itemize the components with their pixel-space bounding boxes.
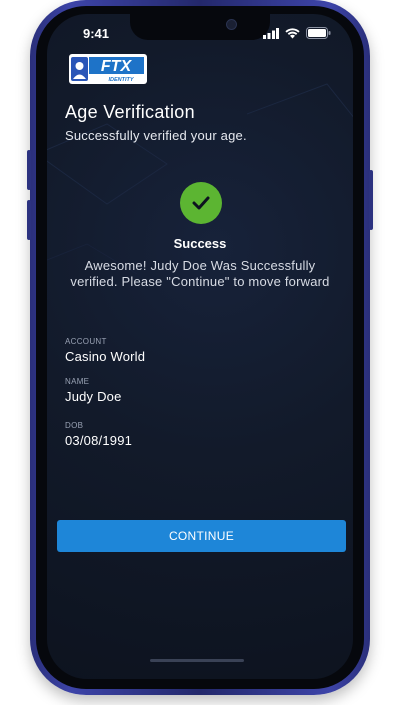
page-subtitle: Successfully verified your age. bbox=[65, 128, 247, 143]
volume-button bbox=[27, 150, 31, 190]
power-button bbox=[369, 170, 373, 230]
status-time: 9:41 bbox=[83, 26, 110, 41]
ftx-identity-logo: FTX IDENTITY bbox=[69, 54, 147, 84]
camera-icon bbox=[226, 19, 237, 30]
checkmark-icon bbox=[192, 196, 210, 210]
wifi-icon bbox=[285, 27, 300, 38]
logo-text: FTX bbox=[101, 58, 133, 75]
dob-label: DOB bbox=[65, 421, 84, 430]
page-title: Age Verification bbox=[65, 102, 195, 122]
success-status: Success bbox=[173, 236, 227, 251]
success-check-badge bbox=[180, 182, 222, 224]
status-icons bbox=[263, 27, 331, 39]
logo-subtext: IDENTITY bbox=[108, 77, 134, 83]
name-label: NAME bbox=[65, 377, 90, 386]
app-screen: 9:41 FTX IDENTITY Age Verification Succe… bbox=[47, 14, 353, 679]
battery-icon bbox=[306, 27, 331, 39]
name-value: Judy Doe bbox=[65, 389, 122, 404]
continue-button[interactable]: CONTINUE bbox=[57, 520, 346, 552]
dob-value: 03/08/1991 bbox=[65, 433, 133, 448]
account-value: Casino World bbox=[65, 349, 146, 364]
success-message: Awesome! Judy Doe Was Successfully verif… bbox=[70, 258, 330, 289]
account-label: ACCOUNT bbox=[65, 337, 107, 346]
volume-button bbox=[27, 200, 31, 240]
home-indicator bbox=[150, 659, 244, 662]
signal-icon bbox=[263, 27, 279, 39]
notch bbox=[130, 14, 270, 40]
